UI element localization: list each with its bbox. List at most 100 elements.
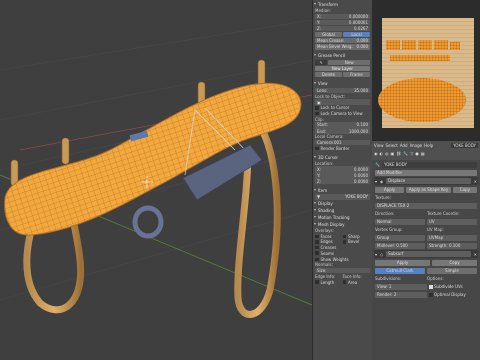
subdiv-render-row: Render: 2 Optimal Display bbox=[375, 291, 477, 298]
bevel-checkbox[interactable]: Bevel bbox=[342, 239, 371, 244]
menu-view[interactable]: View bbox=[374, 143, 384, 148]
render-border-checkbox[interactable]: Render Border bbox=[315, 146, 370, 151]
apply-as-shape-button[interactable]: Apply as Shape Key bbox=[406, 186, 451, 193]
copy-button[interactable]: Copy bbox=[452, 186, 477, 193]
checkbox-icon bbox=[315, 106, 319, 110]
subsurf-modifier-header[interactable]: ▾ ◇ Subsurf ✕ bbox=[374, 250, 478, 258]
grease-pencil-header[interactable]: Grease Pencil bbox=[314, 52, 370, 59]
vertex-group-field[interactable]: Group bbox=[375, 234, 425, 241]
view-levels-field[interactable]: View: 1 bbox=[375, 283, 427, 290]
mean-bevel-field[interactable]: Mean Bevel Weig: 0.000 bbox=[315, 44, 370, 50]
delete-button[interactable]: Delete bbox=[315, 71, 342, 78]
scene-render[interactable] bbox=[0, 0, 312, 360]
catmull-clark-tab[interactable]: Catmull-Clark bbox=[375, 267, 425, 274]
wrench-icon: 🔧 bbox=[375, 162, 380, 167]
data-tab-icon[interactable]: ▽ bbox=[410, 151, 413, 156]
shading-header[interactable]: Shading bbox=[314, 207, 370, 214]
constraints-tab-icon[interactable]: ⛓ bbox=[396, 151, 401, 156]
start-field[interactable]: Start: 0.100 bbox=[315, 122, 370, 128]
camera-field[interactable]: Camera.001 bbox=[315, 139, 370, 146]
add-modifier-row: Add Modifier bbox=[375, 169, 477, 176]
item-header[interactable]: Item bbox=[314, 187, 370, 194]
add-modifier-button[interactable]: Add Modifier bbox=[375, 169, 477, 176]
modifiers-tab-icon[interactable]: 🔧 bbox=[403, 151, 408, 156]
x-field[interactable]: X: 0.000000 bbox=[315, 13, 370, 20]
length-checkbox[interactable]: Length bbox=[315, 280, 343, 285]
normals-size-field[interactable]: Size: bbox=[315, 267, 370, 274]
lock-to-cursor-checkbox[interactable]: Lock to Cursor bbox=[315, 105, 370, 110]
area-checkbox[interactable]: Area bbox=[342, 280, 371, 285]
display-header[interactable]: Display bbox=[314, 200, 370, 207]
local-button[interactable]: Local bbox=[343, 31, 370, 38]
direction-labels-row: Direction: Texture Coordin: bbox=[375, 210, 477, 217]
transform-header[interactable]: Transform bbox=[314, 1, 370, 8]
cursor-x-value: 0.0000 bbox=[354, 166, 368, 172]
uv-map-field[interactable]: UVMap bbox=[427, 234, 477, 241]
material-tab-icon[interactable]: ● bbox=[415, 151, 419, 156]
lock-camera-checkbox[interactable]: Lock Camera to View bbox=[315, 111, 370, 116]
subdivide-uvs-checkbox[interactable]: Subdivide UVs bbox=[429, 284, 477, 289]
z-value: 0.0267 bbox=[354, 26, 368, 32]
direction-select[interactable]: Normal bbox=[375, 218, 425, 225]
texture-field[interactable]: DISPLACE TEX 2 bbox=[375, 202, 477, 209]
render-levels-field[interactable]: Render: 2 bbox=[375, 291, 427, 298]
motion-tracking-header[interactable]: Motion Tracking bbox=[314, 214, 370, 221]
pencil-icon[interactable]: ✎ bbox=[315, 59, 328, 66]
end-field[interactable]: End: 1000.000 bbox=[315, 128, 370, 134]
view-header[interactable]: View bbox=[314, 80, 370, 87]
lens-field[interactable]: Lens: 35.000 bbox=[315, 87, 370, 94]
apply-button[interactable]: Apply bbox=[375, 186, 405, 193]
strength-field[interactable]: Strength: 0.100 bbox=[427, 242, 477, 249]
subsurf-copy-button[interactable]: Copy bbox=[432, 259, 477, 266]
optimal-display-checkbox[interactable]: Optimal Display bbox=[429, 292, 477, 297]
expand-icon[interactable]: ▾ bbox=[375, 252, 377, 257]
lock-object-field[interactable]: ▣ bbox=[315, 99, 370, 105]
mesh-display-header[interactable]: Mesh Display bbox=[314, 221, 370, 228]
texture-coords-select[interactable]: UV bbox=[427, 218, 477, 225]
subdivide-uvs-label: Subdivide UVs bbox=[434, 284, 463, 289]
uv-texture-preview[interactable] bbox=[372, 0, 480, 140]
menu-image[interactable]: Image bbox=[410, 143, 423, 148]
frame-button[interactable]: Frame bbox=[343, 71, 370, 78]
texture-label: Texture: bbox=[375, 195, 391, 200]
3d-viewport[interactable] bbox=[0, 0, 312, 360]
expand-icon[interactable]: ▾ bbox=[375, 179, 377, 184]
displace-apply-row: Apply Apply as Shape Key Copy bbox=[375, 186, 477, 193]
render-tab-icon[interactable]: ◉ bbox=[374, 151, 378, 156]
start-label: Start: bbox=[317, 122, 329, 128]
creases-checkbox[interactable]: Creases bbox=[315, 245, 343, 250]
displace-name-field[interactable]: Displace bbox=[386, 178, 471, 184]
header-object-field[interactable]: YOKE BODY bbox=[451, 142, 478, 148]
close-icon[interactable]: ✕ bbox=[474, 179, 477, 184]
faces-checkbox[interactable]: Faces bbox=[315, 234, 343, 239]
close-icon[interactable]: ✕ bbox=[474, 252, 477, 257]
cursor-x-field[interactable]: X: 0.0000 bbox=[315, 166, 370, 172]
seams-checkbox[interactable]: Seams bbox=[315, 251, 343, 256]
mean-crease-field[interactable]: Mean Crease: 0.000 bbox=[315, 37, 370, 44]
subsurf-name-field[interactable]: Subsurf bbox=[386, 251, 471, 257]
z-field[interactable]: Z: 0.0267 bbox=[315, 25, 370, 32]
simple-tab[interactable]: Simple bbox=[427, 267, 477, 274]
cursor-z-field[interactable]: Z: 0.0000 bbox=[315, 178, 370, 184]
menu-help[interactable]: Help bbox=[424, 143, 433, 148]
item-name-field[interactable]: ▼ YOKE BODY bbox=[315, 194, 370, 200]
show-weights-checkbox[interactable]: Show Weights bbox=[315, 257, 370, 262]
subsurf-apply-button[interactable]: Apply bbox=[375, 259, 431, 266]
menu-select[interactable]: Select bbox=[386, 143, 398, 148]
cursor-y-field[interactable]: Y: 0.0000 bbox=[315, 172, 370, 178]
global-button[interactable]: Global bbox=[315, 31, 342, 38]
scene-tab-icon[interactable]: ◐ bbox=[380, 151, 384, 156]
world-tab-icon[interactable]: ◍ bbox=[385, 151, 389, 156]
new-layer-button[interactable]: New Layer bbox=[315, 65, 370, 72]
image-editor[interactable] bbox=[372, 0, 480, 140]
displace-modifier-header[interactable]: ▾ ◈ Displace ✕ bbox=[374, 177, 478, 185]
object-tab-icon[interactable]: ▣ bbox=[391, 151, 395, 156]
midlevel-field[interactable]: Midlevel: 0.500 bbox=[375, 242, 425, 249]
y-field[interactable]: Y: 0.000001 bbox=[315, 19, 370, 26]
sharp-checkbox[interactable]: Sharp bbox=[342, 234, 371, 239]
new-button[interactable]: New bbox=[328, 59, 370, 66]
menu-add[interactable]: Add bbox=[400, 143, 408, 148]
edges-checkbox[interactable]: Edges bbox=[315, 239, 343, 244]
texture-tab-icon[interactable]: ▦ bbox=[421, 151, 425, 156]
cursor-header[interactable]: 3D Cursor bbox=[314, 154, 370, 161]
